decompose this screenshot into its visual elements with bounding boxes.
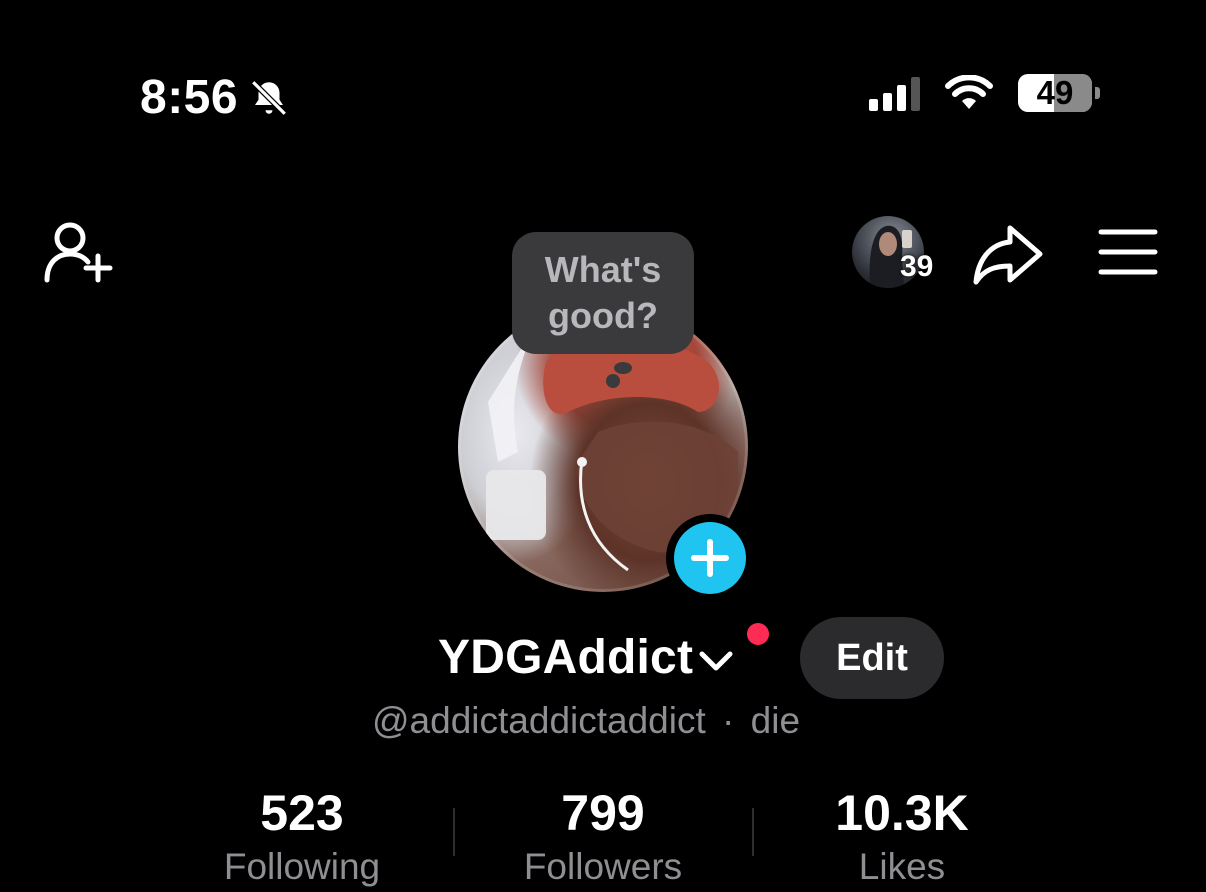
bell-slash-icon xyxy=(251,79,287,116)
username-row[interactable]: YDGAddict xyxy=(438,630,735,685)
wifi-icon xyxy=(945,75,993,109)
edit-profile-button[interactable]: Edit xyxy=(800,617,944,699)
followers-count: 799 xyxy=(561,785,645,841)
stat-followers[interactable]: 799 Followers xyxy=(503,782,703,890)
user-handle: @addictaddictaddict xyxy=(372,700,706,741)
bubble-tail-dot xyxy=(606,374,620,388)
visitor-count: 39 xyxy=(900,250,934,283)
status-note-line2: good? xyxy=(548,295,658,336)
battery-percent: 49 xyxy=(1036,74,1074,111)
profile-visitors-button[interactable]: 39 xyxy=(852,216,948,290)
bubble-tail xyxy=(614,362,632,374)
following-label: Following xyxy=(223,846,381,887)
status-time: 8:56 xyxy=(140,71,239,124)
plus-icon xyxy=(691,539,729,577)
status-note-line1: What's xyxy=(544,249,662,290)
likes-count: 10.3K xyxy=(835,785,969,841)
stat-likes[interactable]: 10.3K Likes xyxy=(802,782,1002,890)
stat-divider xyxy=(752,808,754,856)
likes-label: Likes xyxy=(858,846,946,887)
battery-group: 49 xyxy=(1018,74,1100,112)
cellular-signal-icon xyxy=(869,75,920,111)
stat-following[interactable]: 523 Following xyxy=(202,782,402,890)
status-icons: 49 xyxy=(869,74,1100,112)
menu-icon[interactable] xyxy=(1098,228,1158,276)
chevron-down-icon[interactable] xyxy=(697,647,735,675)
add-friend-icon[interactable] xyxy=(44,218,116,286)
pronouns: die xyxy=(750,700,801,741)
notification-dot xyxy=(747,623,769,645)
status-time-group: 8:56 xyxy=(140,70,290,125)
profile-screen: 8:56 49 39 What's good? YDGAddict Edit @… xyxy=(0,0,1206,892)
share-icon[interactable] xyxy=(972,222,1044,286)
stat-divider xyxy=(453,808,455,856)
handle-row: @addictaddictaddict · die xyxy=(372,700,800,742)
status-note-bubble[interactable]: What's good? xyxy=(512,232,694,354)
username: YDGAddict xyxy=(438,631,694,684)
status-note-text: What's good? xyxy=(545,247,662,339)
handle-separator: · xyxy=(722,700,735,741)
battery-icon: 49 xyxy=(1018,74,1092,112)
add-photo-button[interactable] xyxy=(666,514,754,602)
followers-label: Followers xyxy=(523,846,683,887)
following-count: 523 xyxy=(260,785,344,841)
